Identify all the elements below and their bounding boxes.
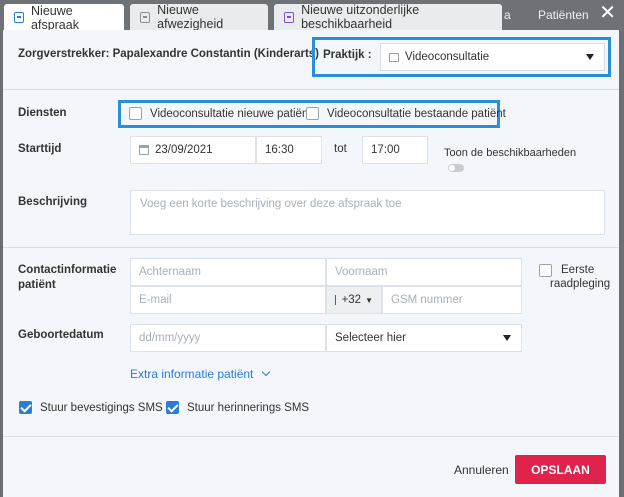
chevron-down-icon: [503, 335, 511, 341]
description-label: Beschrijving: [18, 196, 88, 208]
phone-prefix-select[interactable]: +32 ▼: [326, 286, 382, 314]
checkbox[interactable]: [306, 107, 319, 120]
start-date-value: 23/09/2021: [155, 144, 213, 156]
email-input[interactable]: E-mail: [130, 286, 326, 314]
services-label: Diensten: [18, 107, 67, 119]
save-button[interactable]: OPSLAAN: [515, 455, 606, 484]
contact-label-line2: patiënt: [18, 279, 56, 291]
calendar-icon: [284, 11, 295, 23]
belgium-flag-icon: [335, 295, 336, 305]
firstname-input[interactable]: Voornaam: [326, 258, 522, 286]
chevron-down-icon: [261, 367, 270, 377]
practice-select[interactable]: Videoconsultatie: [380, 43, 605, 71]
cancel-button[interactable]: Annuleren: [454, 463, 509, 477]
extra-info-link[interactable]: Extra informatie patiënt: [130, 367, 270, 381]
tab-new-exceptional-availability[interactable]: Nieuwe uitzonderlijke beschikbaarheid: [274, 3, 502, 31]
lastname-input[interactable]: Achternaam: [130, 258, 326, 286]
end-time-value: 17:00: [371, 144, 400, 156]
calendar-minus-icon: [140, 11, 151, 23]
phone-placeholder: GSM nummer: [391, 294, 463, 306]
checkbox-checked[interactable]: [166, 401, 179, 414]
birthdate-select[interactable]: Selecteer hier: [326, 324, 522, 352]
birthdate-placeholder: dd/mm/yyyy: [139, 332, 201, 344]
sms-reminder-option[interactable]: Stuur herinnerings SMS: [166, 401, 309, 414]
checkbox[interactable]: [129, 107, 142, 120]
contact-label-line1: Contactinformatie: [18, 264, 117, 276]
phone-input[interactable]: GSM nummer: [382, 286, 522, 314]
service-option-label: Videoconsultatie bestaande patiënt: [327, 107, 506, 120]
extra-info-link-label: Extra informatie patiënt: [130, 367, 254, 381]
tab-label: Nieuwe uitzonderlijke beschikbaarheid: [301, 3, 420, 31]
availability-toggle-label: Toon de beschikbaarheden: [444, 147, 577, 159]
contact-label: Contactinformatie patiënt: [18, 263, 116, 293]
first-visit-label: Eerste raadpleging: [550, 263, 610, 291]
divider: [3, 436, 619, 437]
sms-reminder-label: Stuur herinnerings SMS: [187, 401, 310, 414]
tab-new-absence[interactable]: Nieuwe afwezigheid: [130, 3, 268, 31]
to-label: tot: [334, 143, 347, 155]
end-time-input[interactable]: 17:00: [362, 136, 428, 164]
checkbox-checked[interactable]: [19, 401, 32, 414]
practice-label: Praktijk :: [323, 49, 372, 61]
divider: [3, 89, 619, 90]
first-visit-option[interactable]: Eerste raadpleging: [539, 264, 610, 292]
appointment-form: Zorgverstrekker: Papalexandre Constantin…: [3, 30, 619, 497]
firstname-placeholder: Voornaam: [335, 266, 388, 278]
service-option-label: Videoconsultatie nieuwe patiënt: [150, 107, 312, 120]
calendar-plus-icon: [14, 12, 25, 23]
email-placeholder: E-mail: [139, 294, 172, 306]
sms-confirm-label: Stuur bevestigings SMS: [40, 401, 163, 414]
divider: [3, 247, 619, 248]
birthdate-label: Geboortedatum: [18, 329, 104, 341]
chevron-down-icon: [586, 54, 594, 60]
phone-prefix-value: +32: [341, 294, 362, 306]
tab-new-appointment[interactable]: Nieuwe afspraak: [4, 3, 124, 32]
close-icon[interactable]: ✕: [599, 3, 616, 23]
birthdate-input[interactable]: dd/mm/yyyy: [130, 324, 326, 352]
sms-confirm-option[interactable]: Stuur bevestigings SMS: [19, 401, 163, 414]
start-date-input[interactable]: 23/09/2021: [130, 136, 256, 164]
service-option-new-patient[interactable]: Videoconsultatie nieuwe patiënt: [129, 107, 312, 120]
practice-value: Videoconsultatie: [405, 51, 490, 63]
checkbox[interactable]: [539, 264, 552, 277]
tab-label: Nieuwe afwezigheid: [157, 3, 224, 31]
tab-label: Nieuwe afspraak: [31, 3, 79, 32]
start-time-input[interactable]: 16:30: [256, 136, 322, 164]
background-tab-fragment: a: [504, 8, 511, 22]
grid-icon: [389, 52, 399, 62]
start-time-value: 16:30: [265, 144, 294, 156]
provider-label: Zorgverstrekker: Papalexandre Constantin…: [18, 48, 320, 60]
first-visit-label-line2: raadpleging: [550, 278, 611, 290]
description-placeholder: Voeg een korte beschrijving over deze af…: [140, 198, 402, 210]
window-top-bar: Nieuwe afspraak Nieuwe afwezigheid Nieuw…: [0, 0, 624, 32]
availability-toggle[interactable]: [448, 164, 464, 172]
service-option-existing-patient[interactable]: Videoconsultatie bestaande patiënt: [306, 107, 506, 120]
chevron-down-icon: ▼: [365, 295, 373, 305]
calendar-icon: [139, 145, 149, 155]
first-visit-label-line1: Eerste: [561, 264, 595, 276]
background-tab-patients[interactable]: Patiënten: [538, 8, 589, 22]
start-time-label: Starttijd: [18, 143, 62, 155]
description-textarea[interactable]: Voeg een korte beschrijving over deze af…: [130, 190, 605, 235]
lastname-placeholder: Achternaam: [139, 266, 202, 278]
birthdate-select-value: Selecteer hier: [335, 332, 406, 344]
